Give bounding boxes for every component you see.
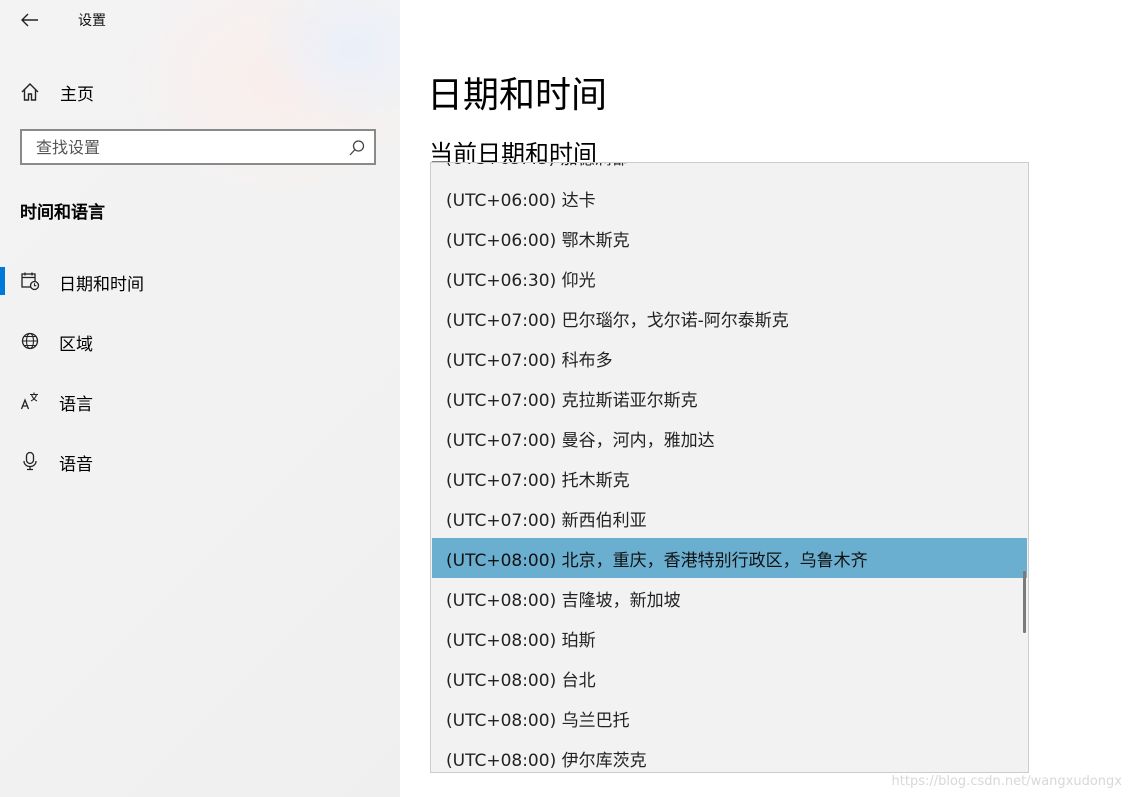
timezone-option[interactable]: (UTC+07:00) 巴尔瑙尔，戈尔诺-阿尔泰斯克: [432, 298, 1027, 338]
timezone-option[interactable]: (UTC+07:00) 托木斯克: [432, 458, 1027, 498]
search-box[interactable]: [20, 129, 376, 165]
back-button[interactable]: [14, 6, 46, 34]
microphone-icon: [23, 451, 37, 471]
timezone-option[interactable]: (UTC+08:00) 伊尔库茨克: [432, 738, 1027, 772]
watermark: https://blog.csdn.net/wangxudongx: [891, 774, 1122, 789]
timezone-option[interactable]: (UTC+07:00) 克拉斯诺亚尔斯克: [432, 378, 1027, 418]
globe-icon: [21, 332, 39, 350]
timezone-option[interactable]: (UTC+07:00) 新西伯利亚: [432, 498, 1027, 538]
timezone-option[interactable]: (UTC+08:00) 乌兰巴托: [432, 698, 1027, 738]
sidebar-item-date-time[interactable]: 日期和时间: [0, 261, 400, 301]
timezone-option[interactable]: (UTC+06:00) 鄂木斯克: [432, 218, 1027, 258]
timezone-option[interactable]: (UTC+06:30) 仰光: [432, 258, 1027, 298]
back-arrow-icon: [21, 13, 38, 27]
sidebar-item-home-label: 主页: [60, 84, 94, 105]
section-title: 时间和语言: [20, 203, 105, 223]
timezone-option[interactable]: (UTC+07:00) 科布多: [432, 338, 1027, 378]
sidebar-item-language[interactable]: 语言: [0, 381, 400, 421]
sidebar-item-speech[interactable]: 语音: [0, 441, 400, 481]
language-icon: [20, 392, 38, 410]
search-input[interactable]: [36, 131, 336, 163]
timezone-option[interactable]: (UTC+08:00) 台北: [432, 658, 1027, 698]
active-indicator: [0, 267, 5, 295]
page-title: 日期和时间: [427, 75, 608, 116]
sidebar-item-home[interactable]: 主页: [20, 78, 94, 106]
timezone-dropdown-list[interactable]: (UTC+05:45) 加德满都 (UTC+06:00) 达卡 (UTC+06:…: [430, 162, 1029, 773]
timezone-option[interactable]: (UTC+08:00) 吉隆坡，新加坡: [432, 578, 1027, 618]
sidebar-acrylic-tint-blue: [250, 0, 400, 130]
sidebar-item-label: 语言: [59, 395, 93, 415]
sidebar-item-label: 区域: [59, 335, 93, 355]
sidebar-item-region[interactable]: 区域: [0, 321, 400, 361]
timezone-option[interactable]: (UTC+08:00) 珀斯: [432, 618, 1027, 658]
window-title: 设置: [78, 13, 106, 29]
sidebar-item-label: 语音: [59, 455, 93, 475]
timezone-option[interactable]: (UTC+06:00) 达卡: [432, 178, 1027, 218]
sidebar-item-label: 日期和时间: [59, 275, 144, 295]
timezone-option-partial[interactable]: (UTC+05:45) 加德满都: [445, 163, 629, 169]
scrollbar-thumb[interactable]: [1023, 571, 1026, 633]
search-icon[interactable]: [348, 139, 366, 157]
home-icon: [21, 83, 39, 101]
sidebar: 设置 主页 时间和语言 日期和时间 区域: [0, 0, 400, 797]
calendar-clock-icon: [21, 272, 40, 291]
timezone-option[interactable]: (UTC+07:00) 曼谷，河内，雅加达: [432, 418, 1027, 458]
timezone-option-selected[interactable]: (UTC+08:00) 北京，重庆，香港特别行政区，乌鲁木齐: [432, 538, 1027, 578]
